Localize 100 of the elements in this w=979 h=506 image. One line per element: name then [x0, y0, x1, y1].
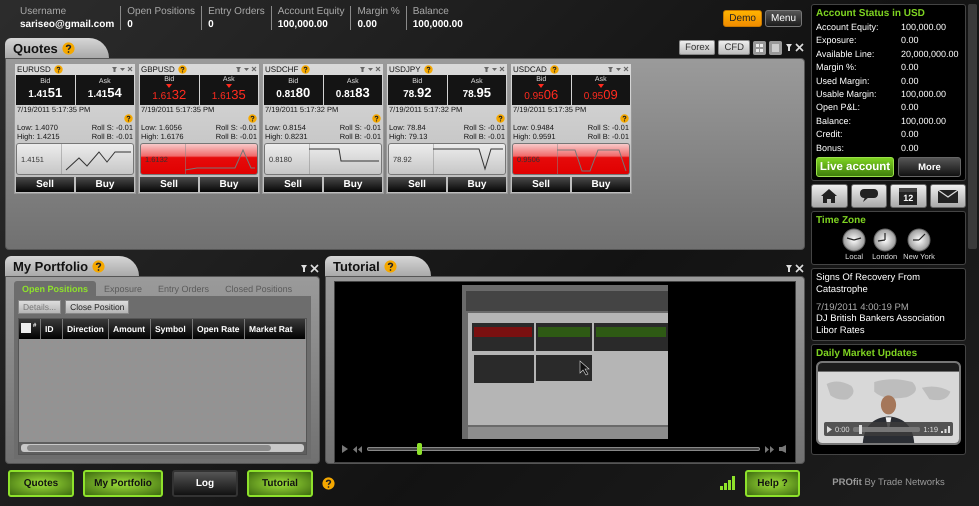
- help-icon[interactable]: [550, 65, 559, 74]
- account-label: Available Line:: [816, 48, 876, 61]
- symbol: EURUSD: [17, 65, 51, 74]
- mail-button[interactable]: [930, 184, 966, 208]
- card-title: Account Status in USD: [816, 8, 926, 19]
- list-view-icon[interactable]: [769, 40, 782, 54]
- buy-button[interactable]: Buy: [572, 177, 630, 192]
- account-value: 0.00: [901, 128, 919, 142]
- grid-view-icon[interactable]: [753, 40, 766, 54]
- down-arrow-icon: [538, 84, 544, 88]
- more-button[interactable]: More: [898, 157, 961, 178]
- mail-icon: [938, 190, 958, 203]
- scrollbar[interactable]: [968, 4, 977, 249]
- filter-button[interactable]: CFD: [718, 40, 750, 55]
- account-label: Balance:: [816, 114, 852, 128]
- mode-button[interactable]: Demo: [723, 10, 762, 26]
- field-value: 0.00: [357, 19, 378, 30]
- help-icon[interactable]: [424, 65, 433, 74]
- down-arrow-icon: [166, 84, 172, 88]
- help-icon[interactable]: [372, 114, 381, 123]
- help-icon[interactable]: [248, 114, 257, 123]
- buy-button[interactable]: Buy: [76, 177, 134, 192]
- dropdown-icon[interactable]: [492, 68, 497, 71]
- sparkline: [61, 144, 133, 174]
- nav-button[interactable]: Tutorial: [247, 470, 313, 496]
- nav-button[interactable]: Log: [172, 470, 238, 496]
- sparkline: [309, 144, 381, 174]
- price: 0.8180: [276, 86, 310, 102]
- sell-button[interactable]: Sell: [264, 177, 322, 192]
- rewind-icon[interactable]: [353, 446, 362, 452]
- price: 1.6135: [212, 88, 246, 104]
- account-value: 0.00: [901, 142, 919, 155]
- brand-text: PROfit By Trade Networks: [832, 476, 945, 488]
- seek-thumb[interactable]: [859, 424, 862, 434]
- play-icon[interactable]: [342, 445, 348, 453]
- sell-button[interactable]: Sell: [512, 177, 570, 192]
- help-icon[interactable]: [178, 65, 187, 74]
- account-value: 100,000.00: [901, 88, 946, 102]
- calendar-icon: 12: [899, 188, 918, 205]
- symbol: GBPUSD: [141, 65, 175, 74]
- panel-title: My Portfolio: [13, 258, 88, 274]
- buy-button[interactable]: Buy: [448, 177, 506, 192]
- account-label: Usable Margin:: [816, 88, 878, 102]
- help-icon[interactable]: [124, 114, 133, 123]
- seek-thumb[interactable]: [416, 443, 422, 455]
- volume-icon[interactable]: [941, 426, 950, 433]
- symbol: USDJPY: [389, 65, 421, 74]
- action-button[interactable]: Close Position: [65, 300, 130, 314]
- dropdown-icon[interactable]: [616, 68, 621, 71]
- dropdown-icon[interactable]: [120, 68, 125, 71]
- help-icon[interactable]: [301, 65, 310, 74]
- help-button[interactable]: Help ?: [745, 470, 800, 496]
- symbol: USDCAD: [513, 65, 547, 74]
- help-icon[interactable]: [92, 260, 106, 272]
- help-icon[interactable]: [54, 65, 63, 74]
- scrollbar[interactable]: [21, 444, 304, 452]
- help-icon[interactable]: [496, 114, 505, 123]
- price: 1.4154: [88, 86, 122, 102]
- field-value: 0: [127, 19, 134, 30]
- sparkline: [433, 144, 505, 174]
- account-label: Margin %:: [816, 61, 858, 74]
- price: 0.9509: [584, 88, 618, 104]
- chat-button[interactable]: [850, 184, 887, 208]
- nav-button[interactable]: Quotes: [8, 470, 74, 496]
- dropdown-icon[interactable]: [244, 68, 249, 71]
- buy-button[interactable]: Buy: [324, 177, 382, 192]
- account-value: 20,000,000.00: [901, 48, 959, 61]
- dropdown-icon[interactable]: [368, 68, 373, 71]
- home-button[interactable]: [811, 184, 848, 208]
- buy-button[interactable]: Buy: [200, 177, 258, 192]
- clock-icon: [872, 228, 897, 252]
- field-value: 100,000.00: [412, 19, 463, 30]
- mode-button[interactable]: Menu: [764, 10, 802, 26]
- account-label: Bonus:: [816, 142, 846, 155]
- news-headline[interactable]: Signs Of Recovery From Catastrophe: [816, 272, 961, 296]
- calendar-button[interactable]: 12: [890, 184, 926, 208]
- price: 1.6132: [152, 88, 186, 104]
- help-icon[interactable]: [620, 114, 629, 123]
- sell-button[interactable]: Sell: [16, 177, 74, 192]
- play-icon[interactable]: [827, 426, 832, 433]
- field-value: 0: [208, 19, 215, 30]
- symbol: USDCHF: [265, 65, 298, 74]
- price: 0.9506: [524, 88, 558, 104]
- filter-button[interactable]: Forex: [679, 40, 716, 55]
- select-all-checkbox[interactable]: [21, 323, 31, 333]
- account-value: 100,000.00: [901, 21, 946, 34]
- fast-forward-icon[interactable]: [765, 446, 774, 452]
- sell-button[interactable]: Sell: [140, 177, 198, 192]
- news-headline[interactable]: DJ British Bankers Association Libor Rates: [816, 313, 961, 338]
- help-icon[interactable]: [384, 260, 397, 272]
- help-icon[interactable]: [62, 42, 75, 54]
- sell-button[interactable]: Sell: [388, 177, 446, 192]
- volume-icon[interactable]: [779, 445, 788, 453]
- signal-icon: [720, 476, 736, 490]
- seek-bar[interactable]: [852, 426, 920, 432]
- nav-button[interactable]: My Portfolio: [83, 470, 163, 496]
- field-label: Margin %: [357, 6, 400, 17]
- home-icon: [821, 189, 838, 204]
- clock-icon: [842, 228, 866, 252]
- help-icon[interactable]: [322, 476, 335, 490]
